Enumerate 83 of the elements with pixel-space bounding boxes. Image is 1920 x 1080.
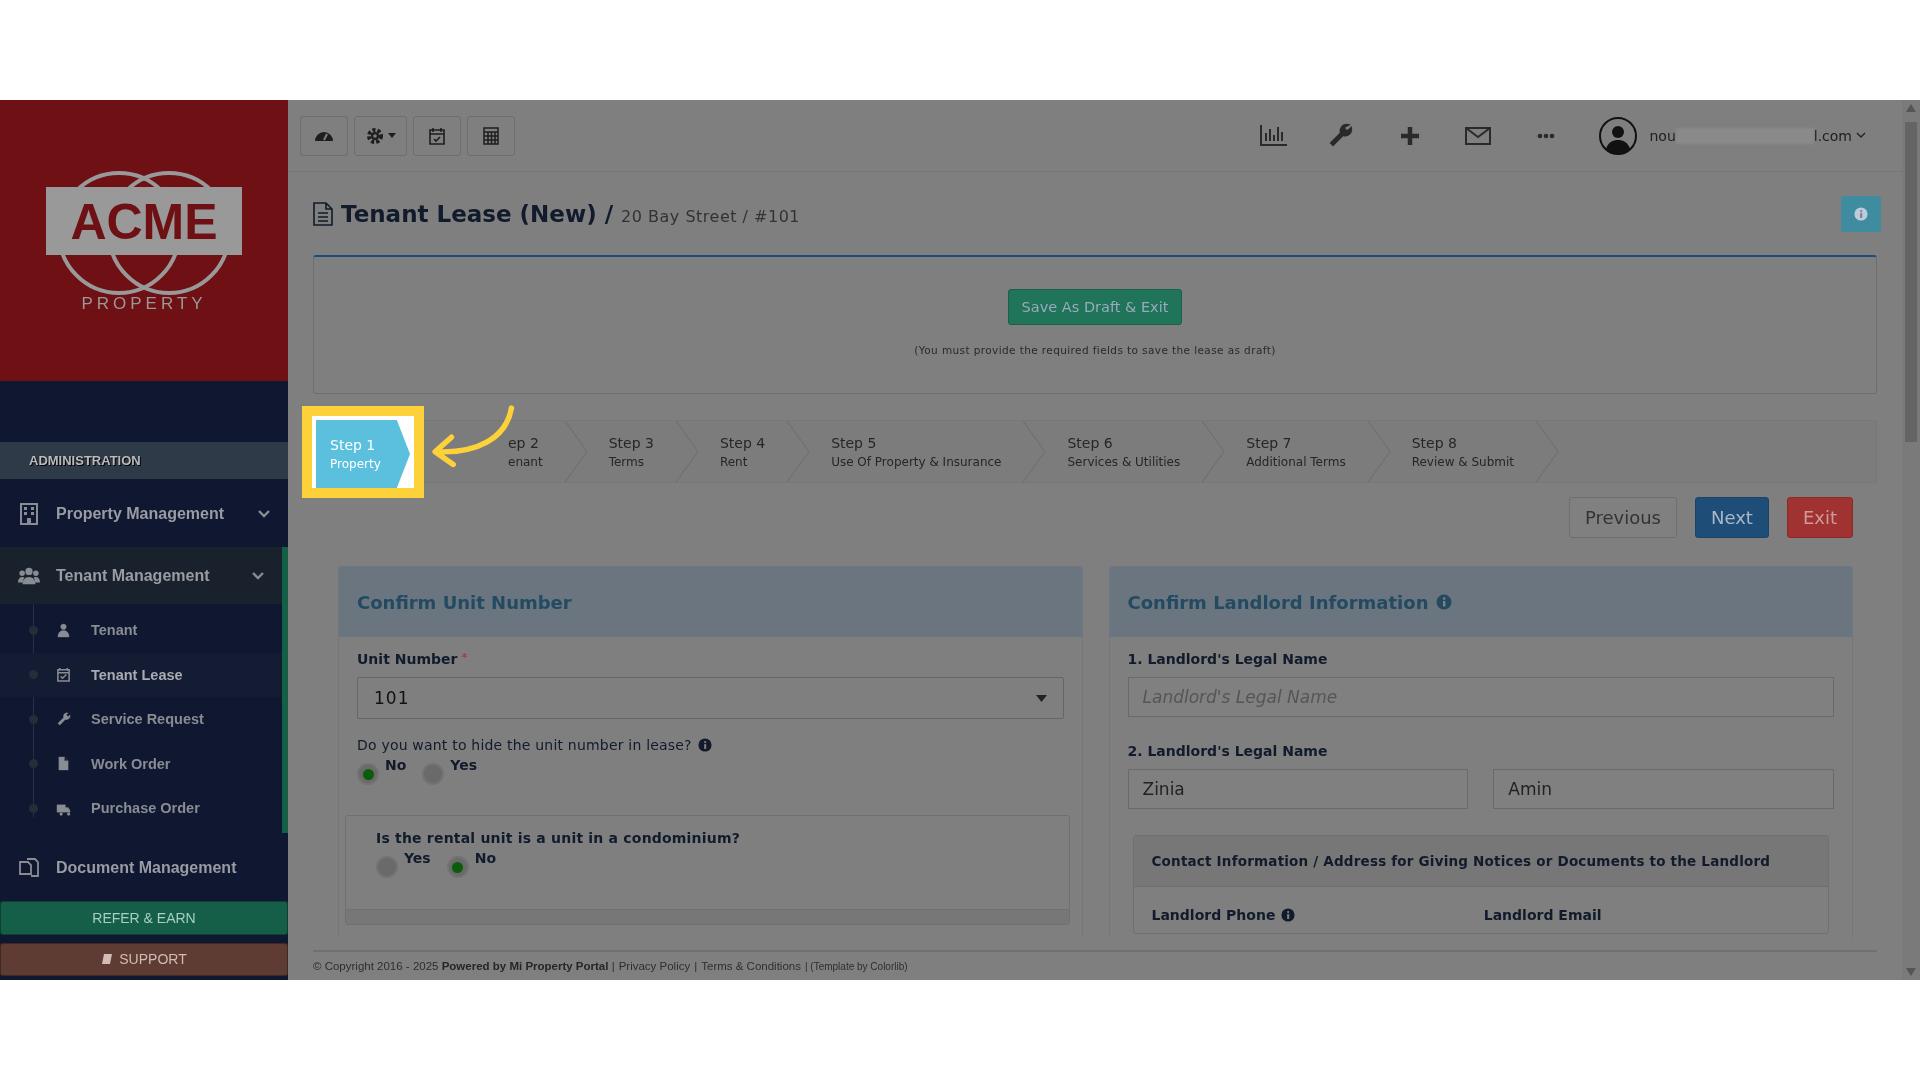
sidebar-item[interactable]: Property Management <box>0 486 288 542</box>
submenu-item[interactable]: Tenant Lease <box>0 652 282 698</box>
bar-chart-icon[interactable] <box>1259 122 1290 149</box>
submenu-item[interactable]: Work Order <box>0 741 282 787</box>
sidebar-item[interactable]: Document Management <box>0 840 288 896</box>
calculator-button[interactable] <box>467 115 515 156</box>
wizard-step[interactable]: Step 6 Services & Utilities <box>1045 421 1203 482</box>
required-mark: * <box>461 651 468 664</box>
radio-button[interactable] <box>446 856 469 878</box>
caret-icon <box>1035 694 1047 702</box>
document-icon <box>56 756 71 772</box>
refer-button[interactable]: REFER & EARN <box>0 901 288 935</box>
person-icon <box>56 622 71 638</box>
radio-label: No <box>474 850 497 866</box>
document-icon <box>313 201 333 226</box>
support-button[interactable]: SUPPORT <box>0 942 288 976</box>
radio-label: Yes <box>450 757 478 773</box>
wizard-step[interactable]: Step 7 Additional Terms <box>1224 421 1368 482</box>
wizard-step[interactable]: Step 4 Rent <box>697 421 788 482</box>
field-label: Unit Number <box>357 651 458 667</box>
user-email[interactable]: l.com <box>1813 127 1852 144</box>
panel-title: Confirm Unit Number <box>357 591 572 613</box>
card-title: Contact Information / Address for Giving Notices or Documents to the Landlord <box>1151 853 1771 869</box>
radio-label: No <box>385 757 407 773</box>
first-name-field[interactable]: Zinia <box>1127 769 1469 809</box>
submenu-item[interactable]: Service Request <box>0 697 282 742</box>
chevron-down-icon <box>258 510 270 519</box>
chevron-down-icon <box>252 571 264 580</box>
building-icon <box>18 503 40 526</box>
info-icon <box>1281 908 1296 922</box>
scrollbar[interactable] <box>1902 100 1920 980</box>
field-label: 2. Landlord's Legal Name <box>1127 743 1329 759</box>
submenu-item[interactable]: Tenant <box>0 608 282 653</box>
page-subtitle: 20 Bay Street / #101 <box>621 207 800 226</box>
panel-title: Confirm Landlord Information <box>1127 591 1429 613</box>
footer-text: | <box>694 960 698 972</box>
sidebar-item[interactable]: Tenant Management <box>0 547 288 605</box>
scroll-down-icon[interactable] <box>1906 968 1916 976</box>
page-title: Tenant Lease (New) / <box>341 200 614 227</box>
wrench-icon <box>56 711 71 727</box>
field-label: Landlord Email <box>1483 907 1602 923</box>
calendar-button[interactable] <box>413 115 461 156</box>
avatar-icon[interactable] <box>1599 116 1638 155</box>
settings-icon <box>365 125 385 146</box>
calendar-check-icon <box>56 667 71 683</box>
caret-icon <box>388 133 396 138</box>
radio-label: Yes <box>404 850 431 866</box>
question-text: Is the rental unit is a unit in a condominium? <box>376 830 741 846</box>
info-icon <box>1854 206 1868 221</box>
question-text: Do you want to hide the unit number in lease? <box>357 737 692 753</box>
info-button[interactable] <box>1841 195 1881 232</box>
submenu-item[interactable]: Purchase Order <box>0 786 282 831</box>
info-icon <box>1436 594 1453 610</box>
footer-link[interactable]: Terms & Conditions <box>701 960 801 972</box>
wizard-step[interactable]: Step 5 Use Of Property & Insurance <box>809 421 1024 482</box>
book-icon <box>101 953 114 966</box>
wizard-step[interactable]: ep 2 enant <box>424 421 565 482</box>
wizard-step[interactable]: Step 3 Terms <box>586 421 676 482</box>
info-icon <box>697 738 712 752</box>
wizard-step[interactable]: Step 1 Property <box>316 420 410 488</box>
user-email[interactable]: nou <box>1649 127 1676 144</box>
previous-button[interactable]: Previous <box>1568 497 1677 538</box>
field-label: 1. Landlord's Legal Name <box>1127 651 1329 667</box>
section-heading: ADMINISTRATION <box>0 441 288 479</box>
chevron-down-icon <box>1856 132 1866 139</box>
exit-button[interactable]: Exit <box>1786 497 1853 538</box>
dashboard-button[interactable] <box>300 115 348 156</box>
settings-button[interactable] <box>354 115 407 156</box>
documents-icon <box>18 856 40 879</box>
calendar-check-icon <box>427 125 447 146</box>
calculator-icon <box>481 125 501 146</box>
next-button[interactable]: Next <box>1694 497 1769 538</box>
wizard-step[interactable]: Step 8 Review & Submit <box>1389 421 1537 482</box>
footer-text: © Copyright 2016 - 2025 Powered by Mi Property Portal | <box>313 960 615 972</box>
field-label: Landlord Phone <box>1151 907 1276 923</box>
unit-select[interactable]: 101 <box>357 677 1064 719</box>
draft-note: (You must provide the required fields to save the lease as draft) <box>914 344 1276 356</box>
footer-link[interactable]: Privacy Policy <box>618 960 691 972</box>
last-name-field[interactable]: Amin <box>1493 769 1834 809</box>
save-draft-button[interactable]: Save As Draft & Exit <box>1007 289 1183 325</box>
radio-button[interactable] <box>357 763 379 785</box>
footer-text: | (Template by Colorlib) <box>804 960 908 972</box>
scroll-up-icon[interactable] <box>1906 104 1916 112</box>
